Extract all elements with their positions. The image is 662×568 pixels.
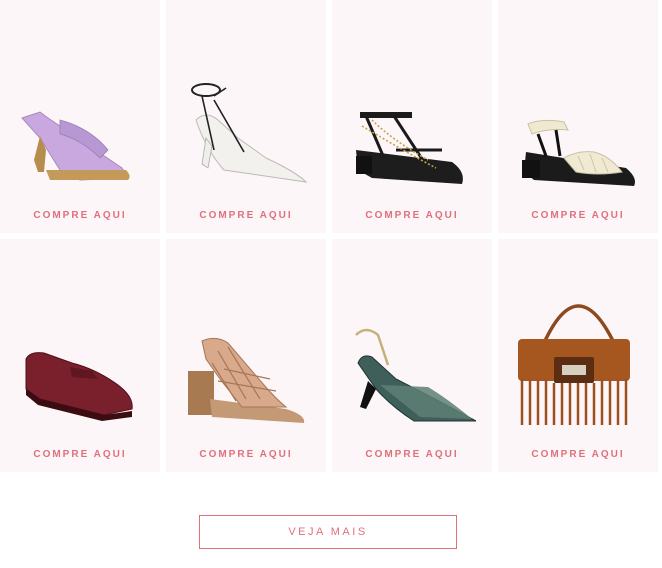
buy-link[interactable]: COMPRE AQUI bbox=[0, 210, 160, 221]
buy-link[interactable]: COMPRE AQUI bbox=[498, 210, 658, 221]
brown-fringe-shoulder-bag-icon[interactable] bbox=[498, 239, 658, 439]
cream-braided-strap-sandal-icon[interactable] bbox=[498, 0, 658, 200]
buy-link[interactable]: COMPRE AQUI bbox=[498, 449, 658, 460]
buy-link[interactable]: COMPRE AQUI bbox=[0, 449, 160, 460]
buy-link[interactable]: COMPRE AQUI bbox=[332, 449, 492, 460]
green-snake-slingback-pump-icon[interactable] bbox=[332, 239, 492, 439]
product-card[interactable]: COMPRE AQUI bbox=[498, 0, 658, 233]
product-card[interactable]: COMPRE AQUI bbox=[166, 0, 326, 233]
white-pointed-ankle-strap-pump-icon[interactable] bbox=[166, 0, 326, 200]
product-card[interactable]: COMPRE AQUI bbox=[332, 239, 492, 472]
black-chain-block-heel-sandal-icon[interactable] bbox=[332, 0, 492, 200]
product-card[interactable]: COMPRE AQUI bbox=[0, 0, 160, 233]
burgundy-loafer-icon[interactable] bbox=[0, 239, 160, 439]
tan-woven-block-heel-sandal-icon[interactable] bbox=[166, 239, 326, 439]
veja-mais-button[interactable]: VEJA MAIS bbox=[199, 515, 457, 549]
buy-link[interactable]: COMPRE AQUI bbox=[166, 210, 326, 221]
buy-link[interactable]: COMPRE AQUI bbox=[332, 210, 492, 221]
product-card[interactable]: COMPRE AQUI bbox=[166, 239, 326, 472]
product-card[interactable]: COMPRE AQUI bbox=[0, 239, 160, 472]
product-card[interactable]: COMPRE AQUI bbox=[332, 0, 492, 233]
product-card[interactable]: COMPRE AQUI bbox=[498, 239, 658, 472]
buy-link[interactable]: COMPRE AQUI bbox=[166, 449, 326, 460]
lilac-mule-sandal-icon[interactable] bbox=[0, 0, 160, 200]
